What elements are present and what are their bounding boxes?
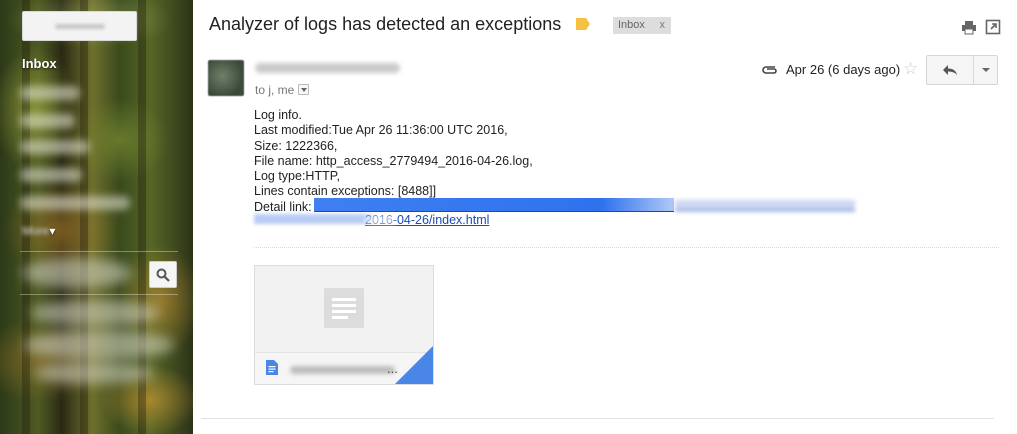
- body-line: Size: 1222366,: [254, 138, 338, 153]
- sidebar-divider: [20, 251, 178, 252]
- detail-link-redacted[interactable]: [254, 214, 372, 224]
- search-people-button[interactable]: [149, 261, 177, 288]
- left-sidebar: Inbox More▾: [0, 0, 193, 434]
- email-view: Analyzer of logs has detected an excepti…: [193, 0, 1017, 434]
- email-subject: Analyzer of logs has detected an excepti…: [209, 14, 562, 34]
- reply-button[interactable]: [926, 55, 974, 85]
- attachment-name-redacted: [290, 366, 395, 374]
- sidebar-item-redacted[interactable]: [20, 168, 82, 182]
- remove-label-button[interactable]: x: [660, 19, 666, 31]
- sidebar-item-redacted[interactable]: [20, 114, 75, 128]
- chevron-down-icon: ▾: [49, 224, 56, 238]
- body-line: Log type:HTTP,: [254, 169, 340, 184]
- recipients-line: to j, me: [255, 83, 310, 97]
- attachment-corner: [395, 346, 433, 384]
- more-actions-button[interactable]: [973, 55, 998, 85]
- reply-button-group: [926, 55, 998, 85]
- sidebar-divider: [20, 294, 178, 295]
- contact-redacted[interactable]: [30, 300, 160, 326]
- sidebar-item-inbox[interactable]: Inbox: [22, 56, 57, 71]
- sender-avatar[interactable]: [208, 60, 244, 96]
- detail-link-redacted[interactable]: [675, 200, 855, 211]
- sidebar-item-redacted[interactable]: [20, 140, 90, 154]
- body-line: Log info.: [254, 108, 302, 122]
- detail-link-redacted[interactable]: [314, 198, 674, 212]
- reply-icon: [943, 65, 957, 75]
- sender-name-redacted[interactable]: [255, 63, 400, 73]
- compose-label-redacted: [54, 23, 105, 29]
- divider: [201, 418, 994, 419]
- paperclip-icon: [762, 66, 777, 74]
- contact-redacted[interactable]: [22, 258, 132, 288]
- email-date[interactable]: Apr 26 (6 days ago): [786, 62, 900, 77]
- star-icon[interactable]: ☆: [903, 59, 918, 79]
- compose-button[interactable]: [22, 11, 137, 41]
- body-line: Last modified:Tue Apr 26 11:36:00 UTC 20…: [254, 123, 508, 138]
- inbox-label-chip[interactable]: Inbox x: [613, 17, 671, 34]
- document-icon: [324, 288, 364, 328]
- print-icon[interactable]: [961, 19, 977, 35]
- sidebar-more-link[interactable]: More▾: [22, 224, 55, 238]
- divider: [254, 247, 999, 248]
- detail-link[interactable]: 2016-04-26/index.html: [365, 213, 489, 227]
- recipients-text: to j, me: [255, 83, 295, 97]
- document-icon: [266, 360, 278, 375]
- sidebar-item-redacted[interactable]: [20, 86, 80, 100]
- body-line: File name: http_access_2779494_2016-04-2…: [254, 153, 533, 168]
- new-window-icon[interactable]: [985, 19, 1001, 35]
- label-tag-icon[interactable]: [576, 18, 590, 30]
- contact-redacted[interactable]: [24, 330, 174, 360]
- search-icon: [156, 268, 170, 282]
- inbox-label-text: Inbox: [618, 19, 645, 31]
- show-details-dropdown[interactable]: [298, 84, 310, 95]
- attachment-card[interactable]: ...: [254, 265, 434, 385]
- sidebar-item-redacted[interactable]: [20, 196, 130, 210]
- contact-redacted[interactable]: [34, 362, 154, 384]
